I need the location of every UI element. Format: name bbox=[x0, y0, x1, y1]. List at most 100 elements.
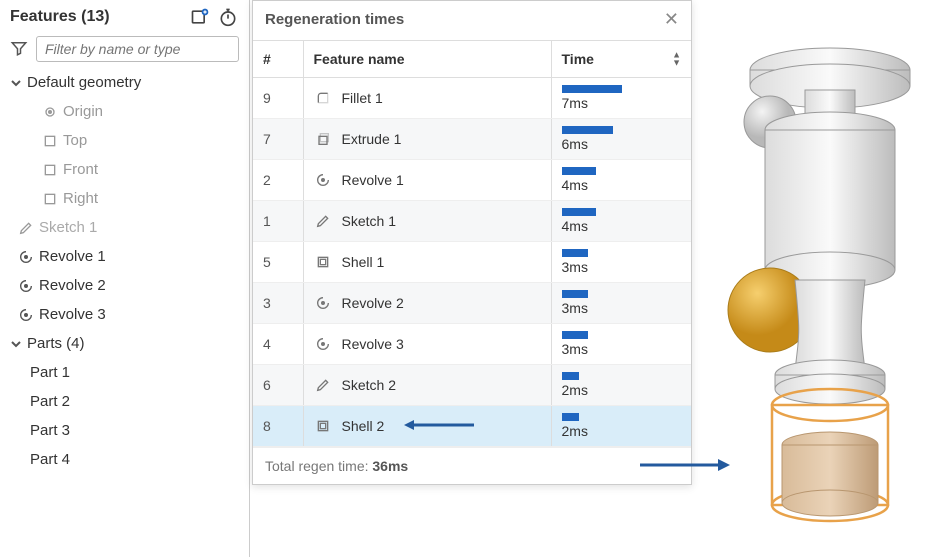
regen-row-name: Revolve 1 bbox=[342, 172, 404, 188]
regen-row-name: Revolve 3 bbox=[342, 336, 404, 352]
part-item[interactable]: Part 3 bbox=[6, 416, 247, 445]
regen-row-name: Extrude 1 bbox=[342, 131, 402, 147]
feature-item[interactable]: Revolve 3 bbox=[6, 300, 247, 329]
geometry-child[interactable]: Front bbox=[6, 155, 247, 184]
regen-row-number: 3 bbox=[253, 283, 303, 324]
time-label: 4ms bbox=[562, 177, 588, 193]
plane-icon bbox=[42, 133, 58, 149]
filter-icon[interactable] bbox=[10, 39, 30, 59]
revolve-icon bbox=[18, 249, 34, 265]
part-item[interactable]: Part 2 bbox=[6, 387, 247, 416]
default-geometry-label: Default geometry bbox=[27, 74, 141, 91]
regen-row-number: 6 bbox=[253, 365, 303, 406]
regen-row-time: 3ms bbox=[551, 242, 691, 283]
parts-header-label: Parts (4) bbox=[27, 335, 85, 352]
regen-row-feature: Revolve 2 bbox=[303, 283, 551, 324]
feature-tree[interactable]: Default geometry Origin Top Front Right Ske… bbox=[0, 68, 249, 557]
add-feature-icon[interactable] bbox=[189, 6, 211, 28]
revolve-icon bbox=[18, 307, 34, 323]
regen-row[interactable]: 4 Revolve 3 3ms bbox=[253, 324, 691, 365]
part-item-label: Part 3 bbox=[30, 422, 70, 439]
regen-row-number: 7 bbox=[253, 119, 303, 160]
time-bar bbox=[562, 249, 588, 257]
part-item-label: Part 4 bbox=[30, 451, 70, 468]
dialog-footer: Total regen time: 36ms bbox=[253, 447, 691, 484]
shell-icon bbox=[314, 417, 332, 435]
dialog-title: Regeneration times bbox=[265, 11, 664, 28]
sort-icon[interactable]: ▲▼ bbox=[672, 52, 681, 67]
col-header-time-label: Time bbox=[562, 51, 594, 67]
tree-group-default-geometry[interactable]: Default geometry bbox=[6, 68, 247, 97]
regen-row-time: 4ms bbox=[551, 160, 691, 201]
origin-icon bbox=[42, 104, 58, 120]
feature-item[interactable]: Revolve 2 bbox=[6, 271, 247, 300]
regen-row-name: Shell 2 bbox=[342, 418, 385, 434]
part-item[interactable]: Part 1 bbox=[6, 358, 247, 387]
regen-row-number: 9 bbox=[253, 78, 303, 119]
regen-row-feature: Shell 2 bbox=[303, 406, 551, 447]
regen-row-time: 7ms bbox=[551, 78, 691, 119]
time-label: 6ms bbox=[562, 136, 588, 152]
feature-sidebar: Features (13) Default geometry Ori bbox=[0, 0, 250, 557]
time-bar bbox=[562, 208, 596, 216]
feature-item[interactable]: Revolve 1 bbox=[6, 242, 247, 271]
geometry-child[interactable]: Right bbox=[6, 184, 247, 213]
geometry-child[interactable]: Origin bbox=[6, 97, 247, 126]
time-bar bbox=[562, 413, 579, 421]
close-icon[interactable]: ✕ bbox=[664, 9, 679, 30]
pencil-icon bbox=[314, 212, 332, 230]
revolve-icon bbox=[314, 294, 332, 312]
regen-row-feature: Revolve 1 bbox=[303, 160, 551, 201]
feature-item-label: Revolve 2 bbox=[39, 277, 106, 294]
regen-row[interactable]: 9 Fillet 1 7ms bbox=[253, 78, 691, 119]
time-label: 2ms bbox=[562, 382, 588, 398]
regen-row[interactable]: 5 Shell 1 3ms bbox=[253, 242, 691, 283]
feature-item[interactable]: Sketch 1 bbox=[6, 213, 247, 242]
regen-row[interactable]: 6 Sketch 2 2ms bbox=[253, 365, 691, 406]
regen-row-feature: Sketch 1 bbox=[303, 201, 551, 242]
dialog-header: Regeneration times ✕ bbox=[253, 1, 691, 40]
geometry-child[interactable]: Top bbox=[6, 126, 247, 155]
part-item[interactable]: Part 4 bbox=[6, 445, 247, 474]
revolve-icon bbox=[314, 171, 332, 189]
time-label: 2ms bbox=[562, 423, 588, 439]
regen-row-number: 2 bbox=[253, 160, 303, 201]
regen-row-name: Sketch 1 bbox=[342, 213, 396, 229]
regeneration-times-dialog: Regeneration times ✕ # Feature name Time… bbox=[252, 0, 692, 485]
regen-row[interactable]: 8 Shell 2 2ms bbox=[253, 406, 691, 447]
3d-viewport[interactable] bbox=[700, 30, 920, 540]
geometry-child-label: Origin bbox=[63, 103, 103, 120]
regen-row-number: 1 bbox=[253, 201, 303, 242]
regen-row-time: 2ms bbox=[551, 365, 691, 406]
col-header-feature-name[interactable]: Feature name bbox=[303, 41, 551, 78]
col-header-number[interactable]: # bbox=[253, 41, 303, 78]
footer-total: 36ms bbox=[372, 458, 408, 474]
plane-icon bbox=[42, 162, 58, 178]
annotation-arrow-row bbox=[404, 418, 474, 434]
time-label: 3ms bbox=[562, 300, 588, 316]
regen-row[interactable]: 1 Sketch 1 4ms bbox=[253, 201, 691, 242]
time-label: 4ms bbox=[562, 218, 588, 234]
filter-input[interactable] bbox=[36, 36, 239, 62]
time-label: 3ms bbox=[562, 259, 588, 275]
regen-row[interactable]: 7 Extrude 1 6ms bbox=[253, 119, 691, 160]
sidebar-header: Features (13) bbox=[0, 0, 249, 36]
regen-row-feature: Sketch 2 bbox=[303, 365, 551, 406]
time-bar bbox=[562, 167, 596, 175]
part-item-label: Part 1 bbox=[30, 364, 70, 381]
pencil-icon bbox=[18, 220, 34, 236]
time-label: 3ms bbox=[562, 341, 588, 357]
stopwatch-icon[interactable] bbox=[217, 6, 239, 28]
regen-row-number: 8 bbox=[253, 406, 303, 447]
filter-row bbox=[0, 36, 249, 68]
revolve-icon bbox=[314, 335, 332, 353]
regen-row-time: 4ms bbox=[551, 201, 691, 242]
regen-row-feature: Revolve 3 bbox=[303, 324, 551, 365]
regen-row[interactable]: 2 Revolve 1 4ms bbox=[253, 160, 691, 201]
geometry-child-label: Front bbox=[63, 161, 98, 178]
col-header-time[interactable]: Time ▲▼ bbox=[551, 41, 691, 78]
regen-row[interactable]: 3 Revolve 2 3ms bbox=[253, 283, 691, 324]
feature-item-label: Revolve 3 bbox=[39, 306, 106, 323]
regen-row-feature: Shell 1 bbox=[303, 242, 551, 283]
tree-group-parts[interactable]: Parts (4) bbox=[6, 329, 247, 358]
